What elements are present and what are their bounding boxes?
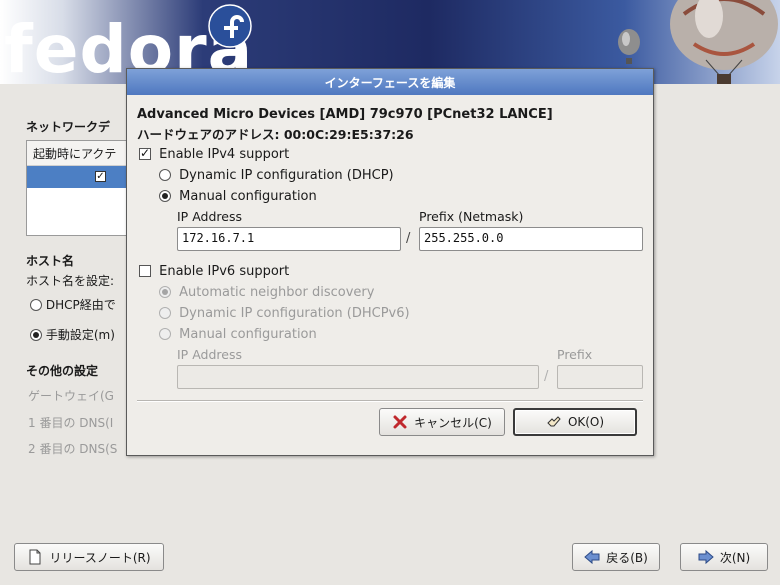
ok-label: OK(O) bbox=[567, 415, 605, 429]
ipv6-dhcpv6-label: Dynamic IP configuration (DHCPv6) bbox=[179, 306, 410, 321]
radio-indicator bbox=[159, 190, 171, 202]
dialog-separator bbox=[137, 400, 643, 402]
list-column-header: 起動時にアクテ bbox=[27, 141, 135, 166]
ipv4-ip-address-label: IP Address bbox=[177, 209, 242, 224]
ipv4-ip-address-input[interactable]: 172.16.7.1 bbox=[177, 227, 401, 251]
dns1-label: 1 番目の DNS(I bbox=[28, 416, 114, 430]
ipv4-dhcp-label: Dynamic IP configuration (DHCP) bbox=[179, 168, 394, 183]
enable-ipv4-label: Enable IPv4 support bbox=[159, 147, 290, 162]
dialog-title: インターフェースを編集 bbox=[324, 75, 456, 90]
dialog-title-bar: インターフェースを編集 bbox=[127, 69, 653, 95]
ipv6-auto-radio: Automatic neighbor discovery bbox=[159, 285, 374, 300]
enable-ipv4-checkbox[interactable]: Enable IPv4 support bbox=[139, 146, 290, 162]
back-label: 戻る(B) bbox=[606, 550, 648, 565]
cancel-x-icon bbox=[393, 415, 407, 429]
list-item[interactable]: ✓ bbox=[27, 166, 135, 188]
radio-indicator bbox=[159, 286, 171, 298]
hostname-manual-radio[interactable]: 手動設定(m) bbox=[30, 326, 115, 343]
edit-interface-dialog: インターフェースを編集 Advanced Micro Devices [AMD]… bbox=[126, 68, 654, 456]
ok-hand-icon bbox=[547, 416, 561, 427]
balloon-icon bbox=[618, 29, 640, 64]
hostname-set-label: ホスト名を設定: bbox=[26, 274, 115, 288]
activate-on-boot-checkbox[interactable]: ✓ bbox=[95, 171, 106, 182]
dns2-label: 2 番目の DNS(S bbox=[28, 442, 118, 456]
ipv4-prefix-input[interactable]: 255.255.0.0 bbox=[419, 227, 643, 251]
radio-indicator bbox=[159, 307, 171, 319]
ipv4-manual-radio[interactable]: Manual configuration bbox=[159, 189, 317, 204]
ipv6-prefix-label: Prefix bbox=[557, 347, 593, 362]
ipv6-ip-address-label: IP Address bbox=[177, 347, 242, 362]
balloon-icon bbox=[670, 0, 778, 84]
enable-ipv6-checkbox[interactable]: Enable IPv6 support bbox=[139, 264, 289, 279]
ipv6-dhcpv6-radio: Dynamic IP configuration (DHCPv6) bbox=[159, 306, 410, 321]
other-settings-heading: その他の設定 bbox=[26, 364, 99, 378]
ipv6-manual-label: Manual configuration bbox=[179, 327, 317, 342]
hardware-address: ハードウェアのアドレス: 00:0C:29:E5:37:26 bbox=[137, 127, 414, 142]
ipv4-separator: / bbox=[406, 231, 411, 246]
next-label: 次(N) bbox=[719, 550, 751, 565]
document-icon bbox=[29, 549, 41, 565]
hostname-heading: ホスト名 bbox=[26, 254, 75, 268]
network-devices-heading: ネットワークデ bbox=[26, 120, 111, 134]
ipv4-manual-label: Manual configuration bbox=[179, 189, 317, 204]
ipv6-auto-label: Automatic neighbor discovery bbox=[179, 285, 375, 300]
ipv4-dhcp-radio[interactable]: Dynamic IP configuration (DHCP) bbox=[159, 168, 394, 183]
hostname-dhcp-label: DHCP経由で bbox=[45, 298, 116, 312]
ok-button[interactable]: OK(O) bbox=[513, 408, 637, 436]
enable-ipv6-label: Enable IPv6 support bbox=[159, 264, 290, 279]
ipv6-separator: / bbox=[544, 369, 549, 384]
ipv6-prefix-input bbox=[557, 365, 643, 389]
radio-indicator bbox=[30, 299, 42, 311]
cancel-button[interactable]: キャンセル(C) bbox=[379, 408, 505, 436]
next-button[interactable]: 次(N) bbox=[680, 543, 768, 571]
ipv4-prefix-label: Prefix (Netmask) bbox=[419, 209, 524, 224]
back-button[interactable]: 戻る(B) bbox=[572, 543, 660, 571]
release-notes-button[interactable]: リリースノート(R) bbox=[14, 543, 164, 571]
radio-indicator bbox=[159, 328, 171, 340]
back-arrow-icon bbox=[584, 549, 600, 565]
fedora-logo-icon bbox=[208, 4, 252, 48]
release-notes-label: リリースノート(R) bbox=[49, 550, 151, 565]
ipv6-manual-radio: Manual configuration bbox=[159, 327, 317, 342]
device-name: Advanced Micro Devices [AMD] 79c970 [PCn… bbox=[137, 107, 553, 122]
checkbox-indicator bbox=[139, 265, 151, 277]
hostname-dhcp-radio[interactable]: DHCP経由で bbox=[30, 296, 116, 313]
checkbox-indicator bbox=[139, 146, 151, 160]
gateway-label: ゲートウェイ(G bbox=[28, 389, 114, 403]
radio-indicator bbox=[159, 169, 171, 181]
radio-indicator bbox=[30, 329, 42, 341]
hostname-manual-label: 手動設定(m) bbox=[45, 328, 115, 342]
network-device-list[interactable]: 起動時にアクテ ✓ bbox=[26, 140, 136, 236]
next-arrow-icon bbox=[698, 549, 714, 565]
cancel-label: キャンセル(C) bbox=[414, 415, 492, 430]
ipv6-ip-address-input bbox=[177, 365, 539, 389]
